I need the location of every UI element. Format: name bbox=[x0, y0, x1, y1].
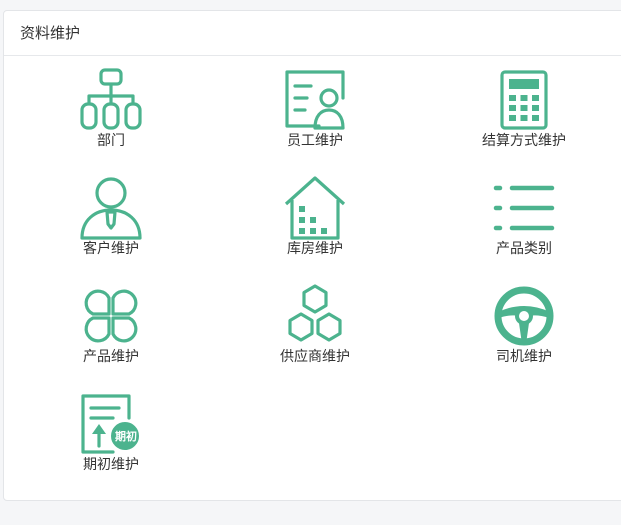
tile-label: 司机维护 bbox=[496, 349, 552, 365]
tile-product-category[interactable]: 产品类别 bbox=[464, 176, 584, 276]
tile-product[interactable]: 产品维护 bbox=[51, 284, 171, 384]
tile-label: 产品类别 bbox=[496, 241, 552, 257]
tile-supplier[interactable]: 供应商维护 bbox=[255, 284, 375, 384]
panel-title: 资料维护 bbox=[4, 11, 621, 56]
steering-wheel-icon bbox=[492, 284, 556, 348]
tile-label: 产品维护 bbox=[83, 349, 139, 365]
tile-employee[interactable]: 员工维护 bbox=[255, 68, 375, 168]
tile-label: 库房维护 bbox=[287, 241, 343, 257]
tile-label: 结算方式维护 bbox=[482, 133, 566, 149]
data-maintenance-panel: 资料维护 部门 员工维护 结算方式维护 客户维护 库房维护 产品类别 产品维护 … bbox=[3, 10, 621, 501]
supplier-hexagons-icon bbox=[283, 284, 347, 348]
opening-balance-document-icon: 期初 bbox=[79, 392, 143, 456]
department-org-chart-icon bbox=[79, 68, 143, 132]
opening-balance-badge: 期初 bbox=[115, 430, 137, 443]
tile-settlement-method[interactable]: 结算方式维护 bbox=[464, 68, 584, 168]
employee-card-icon bbox=[283, 68, 347, 132]
calculator-icon bbox=[492, 68, 556, 132]
tile-customer[interactable]: 客户维护 bbox=[51, 176, 171, 276]
customer-person-icon bbox=[79, 176, 143, 240]
tile-label: 客户维护 bbox=[83, 241, 139, 257]
tile-label: 供应商维护 bbox=[280, 349, 350, 365]
tile-label: 员工维护 bbox=[287, 133, 343, 149]
tile-label: 期初维护 bbox=[83, 457, 139, 473]
product-clover-icon bbox=[79, 284, 143, 348]
tile-department[interactable]: 部门 bbox=[51, 68, 171, 168]
list-category-icon bbox=[492, 176, 556, 240]
tile-label: 部门 bbox=[97, 133, 125, 149]
tile-opening-balance[interactable]: 期初 期初维护 bbox=[51, 392, 171, 492]
warehouse-icon bbox=[283, 176, 347, 240]
tile-driver[interactable]: 司机维护 bbox=[464, 284, 584, 384]
tile-warehouse[interactable]: 库房维护 bbox=[255, 176, 375, 276]
